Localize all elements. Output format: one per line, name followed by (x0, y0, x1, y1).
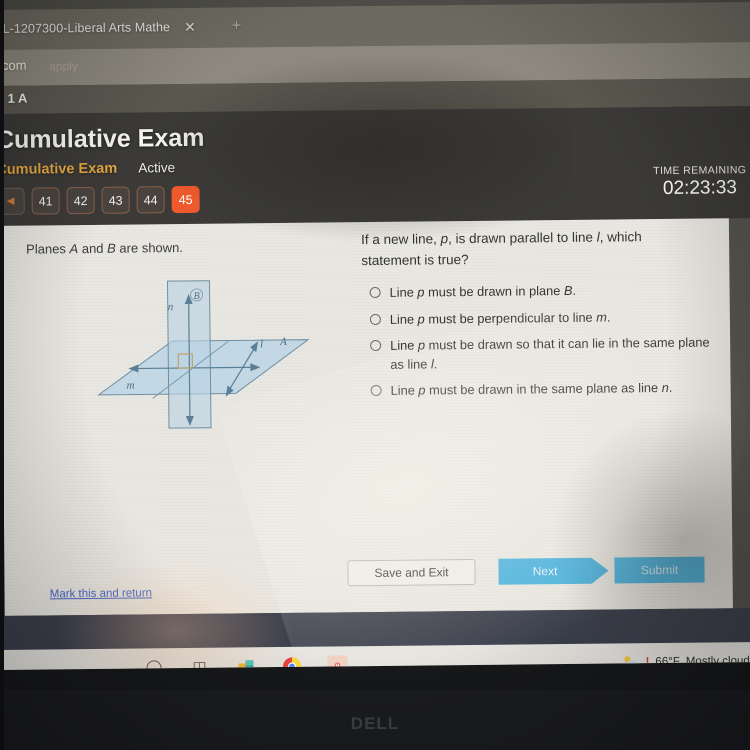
question-prompt: If a new line, p, is drawn parallel to l… (361, 227, 691, 272)
question-navigation: ◀ 41 42 43 44 45 (0, 185, 200, 215)
weather-widget[interactable]: ! 66°F Mostly cloudy (622, 653, 750, 669)
c1-post: . (572, 282, 577, 298)
question-card: Planes A and B are shown. n m l A B If a… (0, 218, 733, 616)
task-view-icon[interactable]: ◫ (189, 657, 209, 670)
question-button-44[interactable]: 44 (136, 186, 165, 214)
c3-pre: Line (390, 337, 418, 353)
bookmark-item[interactable]: cs 1 A (0, 91, 27, 106)
browser-tab[interactable]: FL-1207300-Liberal Arts Mathe ✕ + (0, 11, 242, 44)
laptop-screen: FL-1207300-Liberal Arts Mathe ✕ + ty.com… (0, 0, 750, 670)
label-m: m (127, 380, 135, 392)
mark-and-return-link[interactable]: Mark this and return (50, 587, 152, 600)
c4-post: . (668, 380, 673, 396)
taskbar-icons: ◫ (143, 655, 348, 670)
caption-suffix: are shown. (115, 240, 184, 256)
c2-pre: Line (389, 311, 418, 327)
caption-prefix: Planes (26, 241, 70, 257)
c4-mid: must be drawn in the same plane as line (425, 380, 662, 398)
laptop-photo: FL-1207300-Liberal Arts Mathe ✕ + ty.com… (0, 0, 750, 750)
answer-choices: Line p must be drawn in plane B. Line p … (369, 280, 711, 408)
c1-var2: B (563, 282, 573, 299)
c2-post: . (606, 309, 611, 325)
label-n: n (168, 301, 174, 313)
red-app-icon[interactable] (327, 655, 348, 670)
answer-choice-2-text: Line p must be perpendicular to line m. (390, 308, 611, 329)
prompt-part1: If a new line, (360, 231, 441, 248)
answer-choice-4[interactable]: Line p must be drawn in the same plane a… (370, 379, 711, 401)
question-button-45[interactable]: 45 (171, 185, 200, 214)
card-actions: Save and Exit Next Submit (347, 556, 705, 587)
status-badge: Active (138, 160, 176, 176)
plus-icon[interactable]: + (232, 17, 242, 35)
answer-choice-1[interactable]: Line p must be drawn in plane B. (369, 280, 710, 302)
radio-icon[interactable] (370, 340, 382, 352)
radio-icon[interactable] (369, 286, 381, 299)
answer-choice-4-text: Line p must be drawn in the same plane a… (391, 379, 673, 400)
page-title: Cumulative Exam (0, 123, 205, 154)
diagram-caption: Planes A and B are shown. (26, 240, 183, 257)
question-button-41[interactable]: 41 (31, 187, 60, 215)
timer: TIME REMAINING 02:23:33 (653, 164, 746, 200)
label-plane-a: A (279, 336, 287, 348)
answer-choice-3[interactable]: Line p must be drawn so that it can lie … (370, 334, 710, 375)
laptop-bezel-left (0, 0, 4, 750)
timer-value: 02:23:33 (662, 177, 738, 199)
caption-plane-b: B (107, 240, 116, 256)
next-button[interactable]: Next (498, 557, 592, 585)
address-bar-suggestion: apply (49, 59, 78, 74)
exam-breadcrumb: Cumulative Exam (0, 160, 118, 178)
caption-plane-a: A (69, 241, 79, 257)
exam-header: Cumulative Exam Cumulative Exam Active ◀… (0, 106, 750, 227)
c3-mid: must be drawn so that it can lie in the … (390, 334, 710, 372)
weather-temperature: 66°F (655, 655, 680, 668)
c2-var2: m (596, 309, 607, 325)
alert-icon: ! (645, 655, 650, 668)
window-top-edge (0, 0, 750, 11)
timer-label: TIME REMAINING (653, 164, 747, 178)
question-button-42[interactable]: 42 (66, 186, 95, 215)
label-l: l (260, 338, 263, 350)
geometry-diagram: n m l A B (89, 275, 316, 437)
radio-icon[interactable] (369, 313, 381, 325)
weather-condition: Mostly cloudy (685, 654, 750, 668)
chrome-icon[interactable] (281, 656, 301, 670)
c1-mid: must be drawn in plane (424, 283, 564, 300)
question-button-43[interactable]: 43 (101, 186, 130, 214)
save-and-exit-button[interactable]: Save and Exit (347, 558, 476, 587)
folder-app-icon[interactable] (235, 656, 255, 670)
c2-mid: must be perpendicular to line (424, 309, 597, 327)
close-icon[interactable]: ✕ (184, 18, 196, 35)
c3-post: . (433, 355, 438, 372)
planes-figure: n m l A B (97, 280, 310, 429)
c1-pre: Line (389, 284, 418, 300)
answer-choice-1-text: Line p must be drawn in plane B. (390, 282, 577, 302)
circle-icon[interactable] (143, 657, 163, 670)
prompt-part2: , is drawn parallel to line (448, 229, 597, 247)
brand-logo: DELL (350, 714, 400, 733)
submit-button[interactable]: Submit (614, 556, 705, 584)
browser-tab-title: FL-1207300-Liberal Arts Mathe (0, 20, 171, 36)
caption-mid: and (78, 240, 108, 257)
partly-cloudy-icon (624, 656, 639, 668)
c4-pre: Line (390, 382, 419, 399)
answer-choice-2[interactable]: Line p must be perpendicular to line m. (369, 307, 710, 329)
radio-icon[interactable] (370, 385, 382, 397)
answer-choice-3-text: Line p must be drawn so that it can lie … (390, 334, 710, 374)
